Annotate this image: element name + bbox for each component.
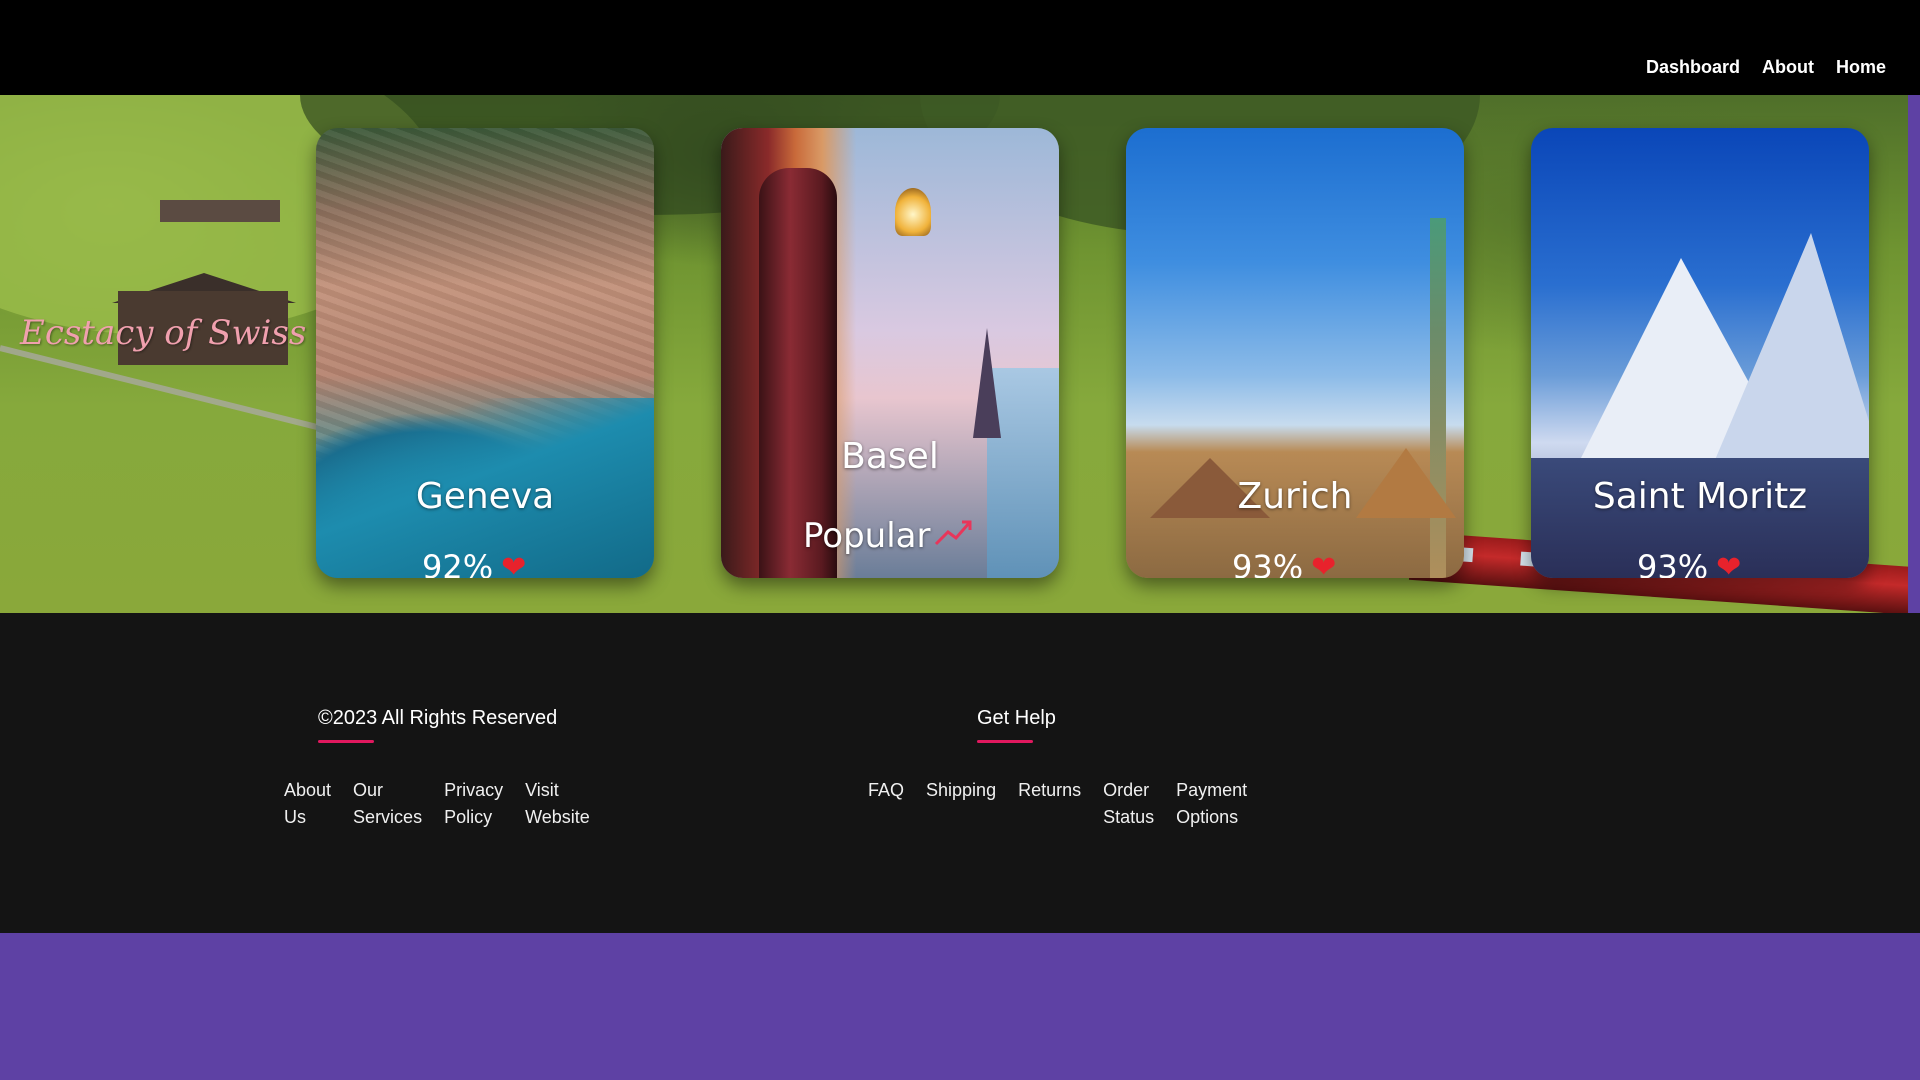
destination-card-saint-moritz[interactable]: Saint Moritz 93% ❤ [1531, 128, 1869, 578]
destination-card-zurich[interactable]: Zurich 93% ❤ [1126, 128, 1464, 578]
basel-spire [973, 328, 1001, 438]
footer-link-payment-options[interactable]: Payment Options [1176, 777, 1247, 831]
footer-help-heading: Get Help [977, 707, 1056, 729]
nav-home-link[interactable]: Home [1836, 57, 1886, 78]
footer-link-order-status[interactable]: Order Status [1103, 777, 1154, 831]
mountain-peak [1701, 233, 1869, 493]
card-rating-value: 93% [1232, 548, 1304, 578]
footer-link-about-us[interactable]: About Us [284, 777, 331, 831]
trending-up-icon [934, 516, 974, 556]
footer-help-links: FAQ Shipping Returns Order Status Payment… [868, 777, 1247, 831]
zurich-tower [1430, 218, 1446, 578]
hero-house [160, 200, 280, 222]
heart-icon: ❤ [1311, 549, 1337, 579]
destination-card-geneva[interactable]: Geneva 92% ❤ [316, 128, 654, 578]
top-nav-bar: Dashboard About Home [0, 0, 1920, 95]
card-popular-tag: Popular [803, 516, 974, 556]
basel-street-lamp [895, 188, 931, 236]
card-rating: 93% ❤ [1637, 548, 1741, 578]
card-title: Basel [841, 436, 939, 477]
footer-link-shipping[interactable]: Shipping [926, 777, 996, 831]
card-title: Geneva [415, 476, 555, 517]
footer-link-faq[interactable]: FAQ [868, 777, 904, 831]
nav-dashboard-link[interactable]: Dashboard [1646, 57, 1740, 78]
footer-link-visit-website[interactable]: Visit Website [525, 777, 590, 831]
card-title: Zurich [1237, 476, 1353, 517]
card-rating: 93% ❤ [1232, 548, 1336, 578]
footer-link-returns[interactable]: Returns [1018, 777, 1081, 831]
heart-icon: ❤ [501, 549, 527, 579]
main-nav: Dashboard About Home [1646, 57, 1886, 78]
card-rating-value: 92% [422, 548, 494, 578]
hero-section: Ecstacy of Swiss Geneva 92% ❤ Basel Popu… [0, 95, 1908, 613]
footer-link-privacy-policy[interactable]: Privacy Policy [444, 777, 503, 831]
nav-about-link[interactable]: About [1762, 57, 1814, 78]
site-title: Ecstacy of Swiss [20, 313, 307, 353]
heart-icon: ❤ [1716, 549, 1742, 579]
footer-copyright: ©2023 All Rights Reserved [318, 707, 558, 729]
footer-link-our-services[interactable]: Our Services [353, 777, 422, 831]
card-popular-label: Popular [803, 516, 931, 556]
card-rating-value: 93% [1637, 548, 1709, 578]
footer-copyright-underline [318, 740, 374, 743]
destination-card-basel[interactable]: Basel Popular [721, 128, 1059, 578]
card-rating: 92% ❤ [422, 548, 526, 578]
footer-help-underline [977, 740, 1033, 743]
site-footer: ©2023 All Rights Reserved About Us Our Ser… [0, 613, 1920, 933]
card-title: Saint Moritz [1592, 476, 1808, 517]
footer-links: About Us Our Services Privacy Policy Visit W… [284, 777, 590, 831]
